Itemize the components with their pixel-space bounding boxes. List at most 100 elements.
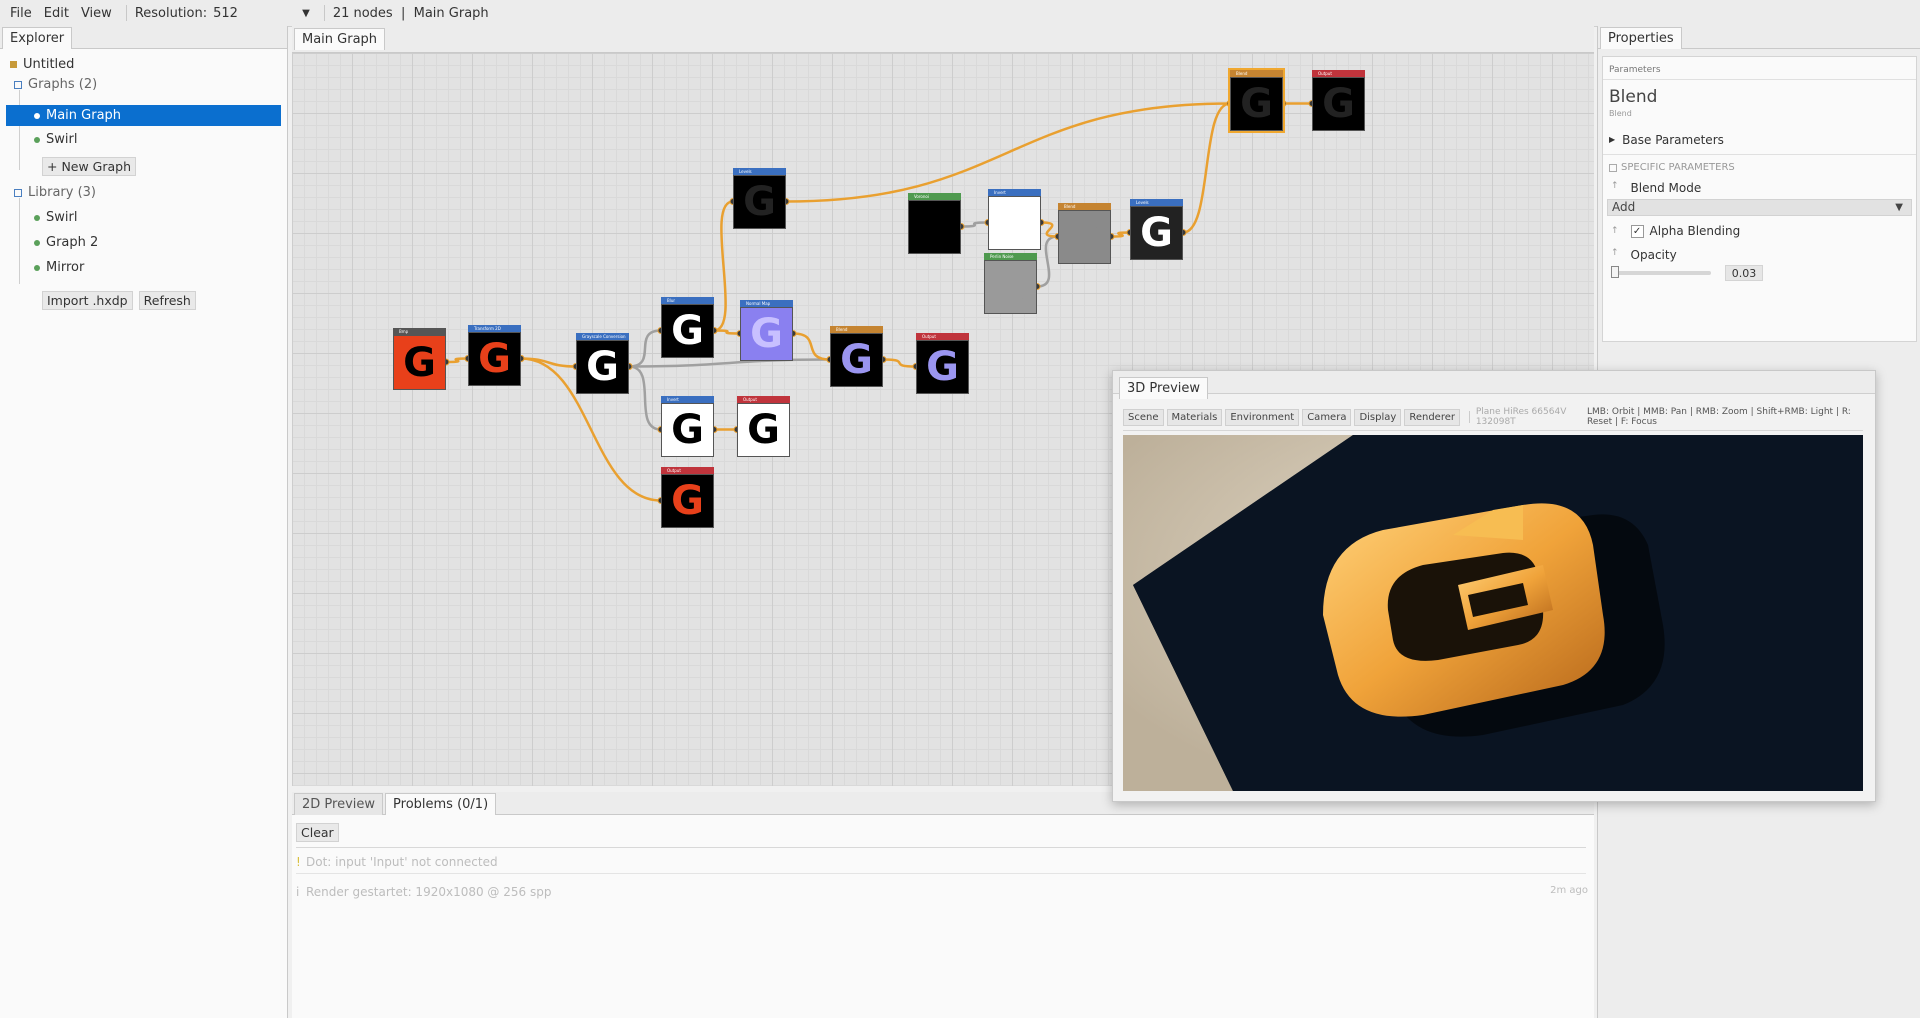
node-header[interactable]: Invert [661,396,714,403]
node-glyph: G [743,179,776,225]
node-glyph: G [840,337,873,383]
opacity-slider[interactable] [1611,266,1711,278]
graph-node-invert2[interactable]: Invert G [988,189,1041,250]
graph-node-blend3[interactable]: Blend G [1228,68,1285,133]
node-title: Blend [1236,71,1248,76]
node-header[interactable]: Invert [988,189,1041,196]
tab-properties[interactable]: Properties [1600,27,1682,49]
specific-params-header[interactable]: SPECIFIC PARAMETERS [1609,162,1735,173]
alpha-blending-label: Alpha Blending [1649,224,1741,238]
opacity-row: ↑ Opacity [1611,248,1677,262]
new-graph-button[interactable]: + New Graph [42,157,137,176]
node-header[interactable]: Transform 2D [468,325,521,332]
camera-button[interactable]: Camera [1302,408,1352,426]
graph-node-levels1[interactable]: Levels G [733,168,786,229]
node-header[interactable]: Grayscale Conversion [576,333,629,340]
node-header[interactable]: Perlin Noise [984,253,1037,260]
tab-main-graph[interactable]: Main Graph [294,28,386,50]
graph-wire[interactable] [792,332,831,361]
graph-node-voronoi[interactable]: Voronoi G [908,193,961,254]
graph-node-blend1[interactable]: Blend G [830,326,883,387]
tab-problems[interactable]: Problems (0/1) [385,793,497,815]
graph-node-output1[interactable]: Output G [916,333,969,394]
tree-item-main-graph[interactable]: Main Graph [6,105,281,126]
clear-button[interactable]: Clear [296,823,339,842]
node-header[interactable]: Blend [1058,203,1111,210]
graphs-group[interactable]: Graphs (2) [14,77,97,92]
graph-wire[interactable] [713,200,734,332]
node-title: Blend [836,327,848,332]
node-header[interactable]: Output [916,333,969,340]
graph-wire[interactable] [785,102,1231,203]
graph-wire[interactable] [960,221,989,228]
library-item-mirror[interactable]: Mirror [34,260,84,275]
node-header[interactable]: Normal Map [740,300,793,307]
scene-button[interactable]: Scene [1123,408,1164,426]
menu-edit[interactable]: Edit [38,6,75,21]
library-group[interactable]: Library (3) [14,185,96,200]
graph-node-levels2[interactable]: Levels G [1130,199,1183,260]
graph-node-output4[interactable]: Output G [1312,70,1365,131]
node-header[interactable]: Blend [830,326,883,333]
graph-wire[interactable] [1182,102,1231,234]
materials-button[interactable]: Materials [1166,408,1223,426]
graph-node-output3[interactable]: Output G [661,467,714,528]
renderer-button[interactable]: Renderer [1404,408,1460,426]
graph-dot-icon [34,136,40,143]
tab-2d-preview[interactable]: 2D Preview [294,793,384,815]
slider-handle[interactable] [1611,266,1619,278]
import-button[interactable]: Import .hxdp [42,291,133,310]
opacity-value-field[interactable]: 0.03 [1725,265,1763,281]
controls-hint: LMB: Orbit | MMB: Pan | RMB: Zoom | Shif… [1587,407,1851,427]
display-button[interactable]: Display [1354,408,1402,426]
graph-node-invert[interactable]: Invert G [661,396,714,457]
graph-wire[interactable] [882,358,917,368]
node-header[interactable]: Levels [1130,199,1183,206]
blend-mode-select[interactable]: Add ▼ [1607,199,1912,216]
problem-message[interactable]: Render gestartet: 1920x1080 @ 256 spp [306,885,551,899]
graph-wire[interactable] [713,329,741,335]
node-header[interactable]: Output [1312,70,1365,77]
node-header[interactable]: Output [661,467,714,474]
graph-node-blur[interactable]: Blur G [661,297,714,358]
environment-button[interactable]: Environment [1225,408,1300,426]
graph-wire[interactable] [628,329,662,368]
library-header: Library (3) [28,185,97,200]
graph-node-bmp[interactable]: Bmp G [393,328,446,390]
graph-wire[interactable] [628,358,831,368]
node-header[interactable]: Voronoi [908,193,961,200]
graph-node-perlin[interactable]: Perlin Noise G [984,253,1037,314]
node-title: Blur [667,298,676,303]
project-name: Untitled [23,57,75,72]
project-root[interactable]: Untitled [10,57,74,72]
alpha-blending-row: ↑ ✓ Alpha Blending [1611,224,1740,238]
node-header[interactable]: Output [737,396,790,403]
node-thumbnail: G [988,196,1041,250]
tab-explorer[interactable]: Explorer [2,27,73,49]
node-glyph: G [747,407,780,453]
graph-node-normalmap[interactable]: Normal Map G [740,300,793,361]
node-header[interactable]: Bmp [393,328,446,335]
problem-message[interactable]: Dot: input 'Input' not connected [306,855,498,869]
node-header[interactable]: Blend [1230,70,1283,77]
menu-file[interactable]: File [4,6,38,21]
refresh-button[interactable]: Refresh [138,291,196,310]
graph-node-transform[interactable]: Transform 2D G [468,325,521,386]
node-header[interactable]: Levels [733,168,786,175]
preview-viewport[interactable] [1123,435,1863,791]
library-item-swirl[interactable]: Swirl [34,210,77,225]
base-parameters-toggle[interactable]: ▶ Base Parameters [1609,133,1724,147]
menu-view[interactable]: View [75,6,118,21]
node-header[interactable]: Blur [661,297,714,304]
graph-wire[interactable] [628,365,662,431]
graph-node-output2[interactable]: Output G [737,396,790,457]
resolution-select[interactable]: Resolution: 512 ▼ [135,6,310,21]
tree-item-swirl[interactable]: Swirl [34,132,77,147]
alpha-blending-checkbox[interactable]: ✓ [1630,224,1644,238]
library-item-graph2[interactable]: Graph 2 [34,235,98,250]
preview-toolbar: Scene Materials Environment Camera Displ… [1123,407,1868,427]
tab-3d-preview[interactable]: 3D Preview [1119,377,1209,399]
graph-node-blend2[interactable]: Blend G [1058,203,1111,264]
preview-3d-window: 3D Preview Scene Materials Environment C… [1112,370,1876,802]
graph-node-grayscale[interactable]: Grayscale Conversion G [576,333,629,394]
